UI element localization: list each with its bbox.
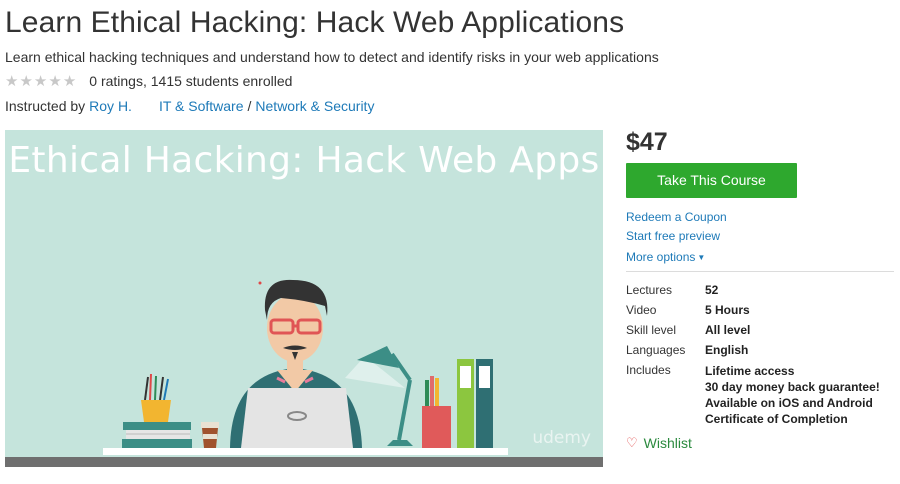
start-free-preview-link[interactable]: Start free preview bbox=[626, 229, 720, 243]
brand-watermark: udemy bbox=[532, 428, 591, 448]
subcategory-link[interactable]: Network & Security bbox=[255, 98, 374, 114]
course-price: $47 bbox=[626, 128, 668, 156]
detail-label: Languages bbox=[626, 343, 686, 357]
course-details: Lectures 52 Video 5 Hours Skill level Al… bbox=[626, 283, 880, 432]
detail-row: Includes Lifetime access 30 day money ba… bbox=[626, 363, 880, 427]
laptop bbox=[241, 388, 353, 448]
pencil-cup bbox=[141, 373, 171, 422]
breadcrumb-separator: / bbox=[247, 98, 252, 114]
course-title: Learn Ethical Hacking: Hack Web Applicat… bbox=[5, 6, 625, 39]
desk bbox=[103, 448, 508, 455]
wishlist-label: Wishlist bbox=[643, 435, 692, 451]
hero-banner-text: Ethical Hacking: Hack Web Apps bbox=[8, 140, 600, 181]
include-item: Available on iOS and Android bbox=[705, 396, 873, 410]
binders bbox=[422, 359, 493, 448]
floor-shadow bbox=[5, 457, 603, 467]
take-this-course-button[interactable]: Take This Course bbox=[626, 163, 797, 198]
instructed-by-label: Instructed by bbox=[5, 98, 86, 114]
redeem-coupon-link[interactable]: Redeem a Coupon bbox=[626, 210, 727, 224]
detail-label: Skill level bbox=[626, 323, 677, 337]
detail-value: Lifetime access 30 day money back guaran… bbox=[705, 363, 880, 427]
detail-label: Lectures bbox=[626, 283, 673, 297]
detail-label: Includes bbox=[626, 363, 671, 377]
more-options-link[interactable]: More options ▼ bbox=[626, 250, 705, 264]
include-item: 30 day money back guarantee! bbox=[705, 380, 880, 394]
detail-value: English bbox=[705, 343, 749, 357]
rating-row: ★ ★ ★ ★ ★ 0 ratings, 1415 students enrol… bbox=[5, 73, 292, 89]
instructor-link[interactable]: Roy H. bbox=[89, 98, 132, 114]
wishlist-button[interactable]: ♡ Wishlist bbox=[626, 435, 692, 451]
detail-row: Skill level All level bbox=[626, 323, 880, 338]
rating-summary: 0 ratings, 1415 students enrolled bbox=[89, 73, 293, 89]
detail-row: Lectures 52 bbox=[626, 283, 880, 298]
coffee-cup bbox=[201, 422, 219, 448]
star-icon: ★ bbox=[33, 72, 48, 90]
detail-row: Languages English bbox=[626, 343, 880, 358]
more-options-label: More options bbox=[626, 250, 696, 264]
detail-row: Video 5 Hours bbox=[626, 303, 880, 318]
heart-icon: ♡ bbox=[626, 435, 638, 450]
star-icon: ★ bbox=[48, 72, 62, 90]
include-item: Lifetime access bbox=[705, 364, 795, 378]
sidebar-divider bbox=[626, 271, 894, 272]
include-item: Certificate of Completion bbox=[705, 412, 848, 426]
star-icon: ★ bbox=[5, 72, 19, 90]
detail-value: All level bbox=[705, 323, 751, 337]
caret-down-icon: ▼ bbox=[697, 253, 706, 262]
book-stack bbox=[122, 422, 192, 448]
star-icon: ★ bbox=[19, 72, 33, 90]
course-preview-image[interactable]: Ethical Hacking: Hack Web Apps udemy bbox=[5, 130, 603, 467]
star-rating: ★ ★ ★ ★ ★ bbox=[5, 74, 76, 89]
detail-value: 52 bbox=[705, 283, 719, 297]
detail-label: Video bbox=[626, 303, 657, 317]
course-subtitle: Learn ethical hacking techniques and und… bbox=[5, 49, 659, 65]
category-link[interactable]: IT & Software bbox=[159, 98, 244, 114]
star-icon: ★ bbox=[62, 72, 77, 90]
instructor-row: Instructed by Roy H. IT & Software / Net… bbox=[5, 98, 374, 114]
detail-value: 5 Hours bbox=[705, 303, 750, 317]
